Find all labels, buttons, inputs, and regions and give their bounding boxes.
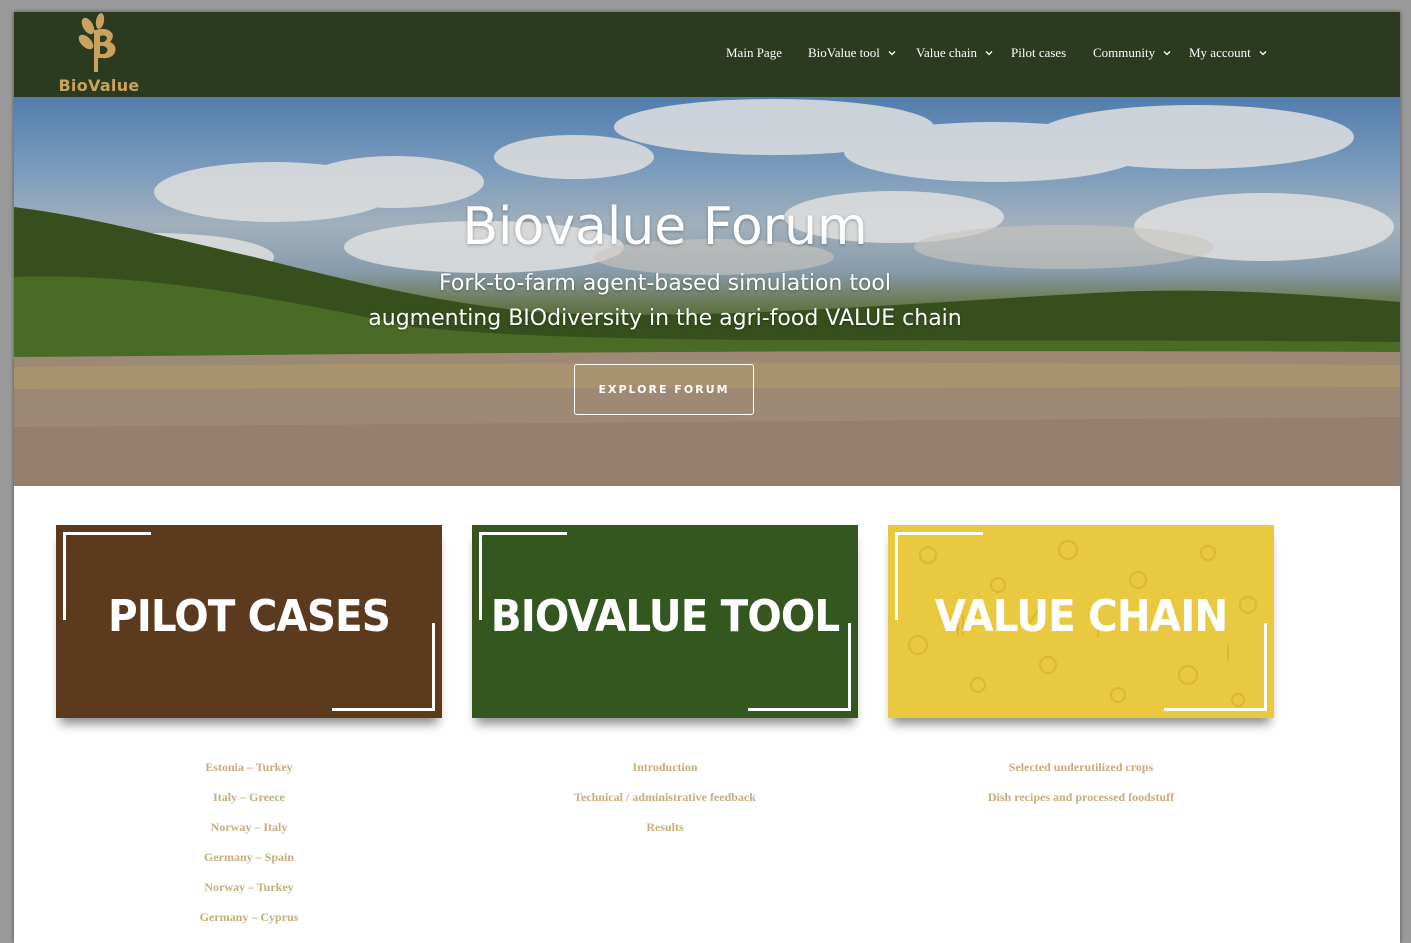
nav-label: Value chain <box>916 45 978 60</box>
nav-my-account[interactable]: My account <box>1189 45 1267 61</box>
value-chain-links: Selected underutilized crops Dish recipe… <box>888 752 1274 812</box>
card-title: PILOT CASES <box>107 591 391 642</box>
hero-subtitle-line1: Fork-to-farm agent-based simulation tool <box>438 271 892 296</box>
hero-subtitle-line2: augmenting BIOdiversity in the agri-food… <box>368 306 962 331</box>
tool-link[interactable]: Introduction <box>472 752 858 782</box>
tool-link[interactable]: Results <box>472 812 858 842</box>
pilot-case-link[interactable]: Italy – Greece <box>56 782 442 812</box>
nav-label: My account <box>1189 45 1251 60</box>
browser-page: BioValue Main Page BioValue tool Value c… <box>14 12 1400 943</box>
nav-community[interactable]: Community <box>1093 45 1171 61</box>
chevron-down-icon <box>985 51 993 56</box>
pilot-case-link[interactable]: Norway – Turkey <box>56 872 442 902</box>
main-nav: Main Page BioValue tool Value chain Pilo… <box>14 12 1400 97</box>
hero-banner: Biovalue Forum Fork-to-farm agent-based … <box>14 97 1400 486</box>
card-title: BIOVALUE TOOL <box>490 591 840 642</box>
nav-label: BioValue tool <box>808 45 880 60</box>
nav-label: Community <box>1093 45 1156 60</box>
chevron-down-icon <box>1259 51 1267 56</box>
nav-biovalue-tool[interactable]: BioValue tool <box>808 45 896 61</box>
chevron-down-icon <box>888 51 896 56</box>
pilot-case-link[interactable]: Germany – Cyprus <box>56 902 442 932</box>
nav-label: Pilot cases <box>1011 45 1067 60</box>
biovalue-tool-card[interactable]: BIOVALUE TOOL <box>472 525 858 718</box>
nav-pilot-cases[interactable]: Pilot cases <box>1011 45 1066 61</box>
nav-label: Main Page <box>726 45 782 60</box>
value-chain-link[interactable]: Dish recipes and processed foodstuff <box>888 782 1274 812</box>
site-header: BioValue Main Page BioValue tool Value c… <box>14 12 1400 97</box>
explore-forum-button[interactable]: EXPLORE FORUM <box>574 364 754 415</box>
pilot-case-link[interactable]: Germany – Spain <box>56 842 442 872</box>
pilot-cases-links: Estonia – Turkey Italy – Greece Norway –… <box>56 752 442 943</box>
value-chain-card[interactable]: VALUE CHAIN <box>888 525 1274 718</box>
chevron-down-icon <box>1163 51 1171 56</box>
tool-link[interactable]: Technical / administrative feedback <box>472 782 858 812</box>
pilot-cases-card[interactable]: PILOT CASES <box>56 525 442 718</box>
nav-value-chain[interactable]: Value chain <box>916 45 993 61</box>
value-chain-link[interactable]: Selected underutilized crops <box>888 752 1274 782</box>
nav-main-page[interactable]: Main Page <box>726 45 782 61</box>
pilot-case-link[interactable]: Estonia – Turkey <box>56 752 442 782</box>
biovalue-tool-links: Introduction Technical / administrative … <box>472 752 858 842</box>
card-title: VALUE CHAIN <box>934 591 1229 642</box>
pilot-case-link[interactable]: Estonia – Cyprus <box>56 932 442 943</box>
pilot-case-link[interactable]: Norway – Italy <box>56 812 442 842</box>
hero-title: Biovalue Forum <box>462 197 868 257</box>
